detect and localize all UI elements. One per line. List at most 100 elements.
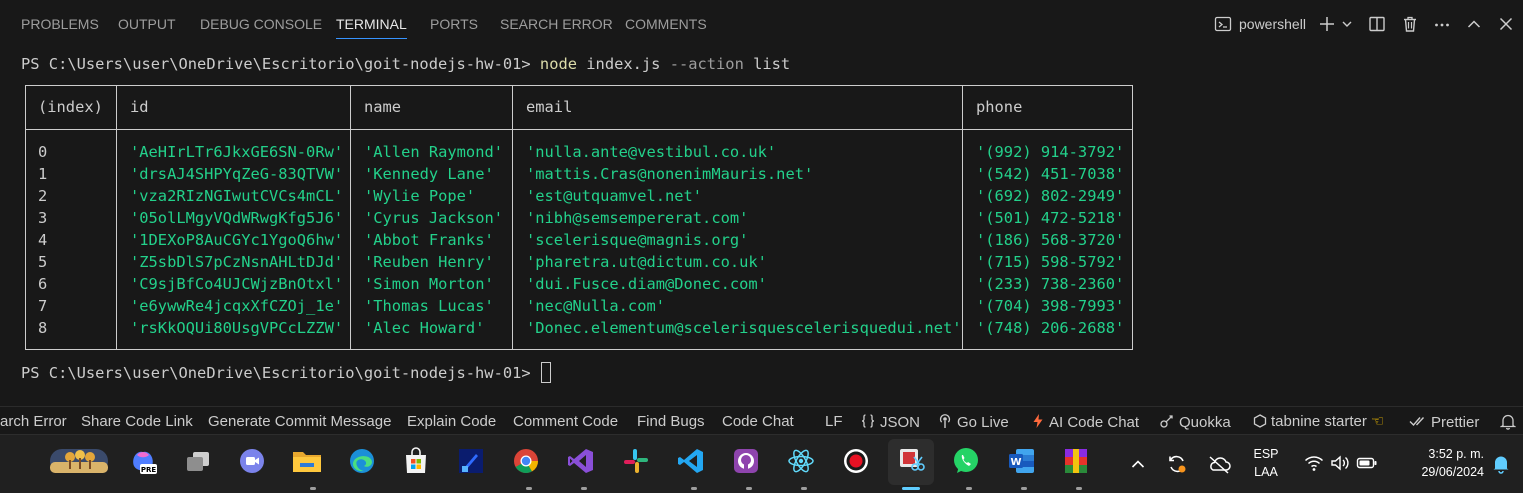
double-check-icon [1409, 413, 1427, 434]
row-id: 'drsAJ4SHPYqZeG-83QTVW' [130, 165, 344, 183]
status-explain-code[interactable]: Explain Code [407, 413, 496, 431]
tab-terminal[interactable]: TERMINAL [336, 16, 407, 39]
tab-problems[interactable]: PROBLEMS [21, 16, 99, 36]
react-devtools-button[interactable] [785, 447, 817, 479]
slack-button[interactable] [620, 447, 652, 479]
split-icon [1368, 15, 1386, 33]
row-id: 'Z5sbDlS7pCzNsnAHLtDJd' [130, 253, 344, 271]
table-divider [962, 86, 963, 349]
prettier-label: Prettier [1431, 414, 1480, 431]
input-language-button[interactable]: ESP LAA [1248, 445, 1284, 481]
notifications-button[interactable] [1499, 413, 1517, 431]
github-desktop-button[interactable] [730, 447, 762, 479]
onedrive-button[interactable] [1207, 454, 1231, 478]
notification-center-button[interactable] [1491, 454, 1511, 478]
status-prettier[interactable]: Prettier [1409, 413, 1479, 431]
row-id: 'e6ywwRe4jcqxXfCZOj_1e' [130, 297, 344, 315]
status-find-bugs[interactable]: Find Bugs [637, 413, 705, 431]
prompt-path: PS C:\Users\user\OneDrive\Escritorio\goi… [21, 364, 531, 382]
more-actions-button[interactable] [1433, 12, 1451, 36]
row-id: 'vza2RIzNGIwutCVCs4mCL' [130, 187, 344, 205]
status-search-error[interactable]: arch Error [0, 413, 67, 431]
status-tabnine[interactable]: tabnine starter ☜ [1253, 413, 1384, 431]
status-go-live[interactable]: Go Live [937, 413, 1009, 431]
kill-terminal-button[interactable] [1401, 12, 1419, 36]
show-hidden-icons-button[interactable] [1129, 455, 1147, 477]
running-indicator [310, 487, 316, 490]
edge-button[interactable] [346, 447, 378, 479]
task-view-button[interactable] [182, 447, 214, 479]
winrar-button[interactable] [1060, 447, 1092, 479]
blue-app-button[interactable] [455, 447, 487, 479]
table-divider [116, 86, 117, 349]
visual-studio-button[interactable] [565, 447, 597, 479]
row-name: 'Thomas Lucas' [364, 297, 494, 315]
row-index: 6 [38, 275, 48, 293]
volume-icon [1330, 454, 1350, 476]
column-header-index: (index) [38, 98, 103, 116]
sync-status-button[interactable] [1166, 453, 1188, 479]
widgets-weather-button[interactable] [48, 447, 110, 479]
quick-settings-button[interactable] [1304, 454, 1378, 476]
snipping-tool-button[interactable] [888, 439, 934, 485]
github-desktop-icon [731, 446, 761, 480]
whatsapp-button[interactable] [950, 447, 982, 479]
teams-chat-button[interactable] [236, 447, 268, 479]
row-index: 2 [38, 187, 48, 205]
row-index: 5 [38, 253, 48, 271]
prompt-line[interactable]: PS C:\Users\user\OneDrive\Escritorio\goi… [21, 362, 551, 383]
chevron-up-icon [1465, 15, 1483, 33]
add-icon [1318, 15, 1336, 33]
column-header-id: id [130, 98, 149, 116]
close-panel-button[interactable] [1497, 12, 1515, 36]
word-button[interactable]: W [1005, 447, 1037, 479]
status-generate-commit-message[interactable]: Generate Commit Message [208, 413, 391, 431]
terminal-profile-button[interactable]: powershell [1214, 12, 1306, 36]
row-name: 'Reuben Henry' [364, 253, 494, 271]
status-share-code-link[interactable]: Share Code Link [81, 413, 193, 431]
status-quokka[interactable]: Quokka [1159, 413, 1231, 431]
copilot-button[interactable]: PRE [127, 447, 159, 479]
new-terminal-button[interactable] [1318, 12, 1336, 36]
terminal-cursor [540, 362, 551, 383]
file-explorer-button[interactable] [291, 447, 323, 479]
column-header-name: name [364, 98, 402, 116]
status-language-mode[interactable]: JSON [860, 413, 920, 431]
terminal-dropdown-button[interactable] [1341, 12, 1353, 36]
screen-recorder-button[interactable] [840, 447, 872, 479]
running-indicator [1076, 487, 1082, 490]
tab-search-error[interactable]: SEARCH ERROR [500, 16, 613, 36]
row-index: 8 [38, 319, 48, 337]
vscode-button[interactable] [675, 447, 707, 479]
snipping-tool-icon [896, 445, 926, 479]
tab-comments[interactable]: COMMENTS [625, 16, 707, 36]
row-phone: '(233) 738-2360' [976, 275, 1125, 293]
windows-taskbar: PRE W ESP LAA 3:52 p. m. 29/06/2024 [0, 434, 1523, 493]
column-header-phone: phone [976, 98, 1023, 116]
clock-time: 3:52 p. m. [1428, 447, 1484, 461]
command-value: list [753, 55, 791, 73]
tabnine-label: tabnine starter [1271, 413, 1367, 430]
keyboard-layout: LAA [1254, 465, 1278, 479]
status-code-chat[interactable]: Code Chat [722, 413, 794, 431]
ai-code-chat-label: AI Code Chat [1049, 414, 1140, 431]
split-terminal-button[interactable] [1368, 12, 1386, 36]
chrome-button[interactable] [510, 447, 542, 479]
chrome-icon [511, 446, 541, 480]
row-index: 1 [38, 165, 48, 183]
wifi-icon [1304, 454, 1324, 476]
status-comment-code[interactable]: Comment Code [513, 413, 618, 431]
braces-icon [860, 413, 876, 434]
terminal-output[interactable]: PS C:\Users\user\OneDrive\Escritorio\goi… [0, 46, 1523, 406]
tab-output[interactable]: OUTPUT [118, 16, 176, 36]
row-phone: '(542) 451-7038' [976, 165, 1125, 183]
tab-ports[interactable]: PORTS [430, 16, 478, 36]
microsoft-store-button[interactable] [400, 447, 432, 479]
language-label: JSON [880, 414, 921, 431]
tab-debug-console[interactable]: DEBUG CONSOLE [200, 16, 322, 36]
clock-button[interactable]: 3:52 p. m. 29/06/2024 [1394, 445, 1484, 481]
status-line-ending[interactable]: LF [825, 413, 843, 431]
maximize-panel-button[interactable] [1465, 12, 1483, 36]
status-ai-code-chat[interactable]: AI Code Chat [1031, 413, 1139, 431]
terminal-icon [1214, 15, 1232, 33]
